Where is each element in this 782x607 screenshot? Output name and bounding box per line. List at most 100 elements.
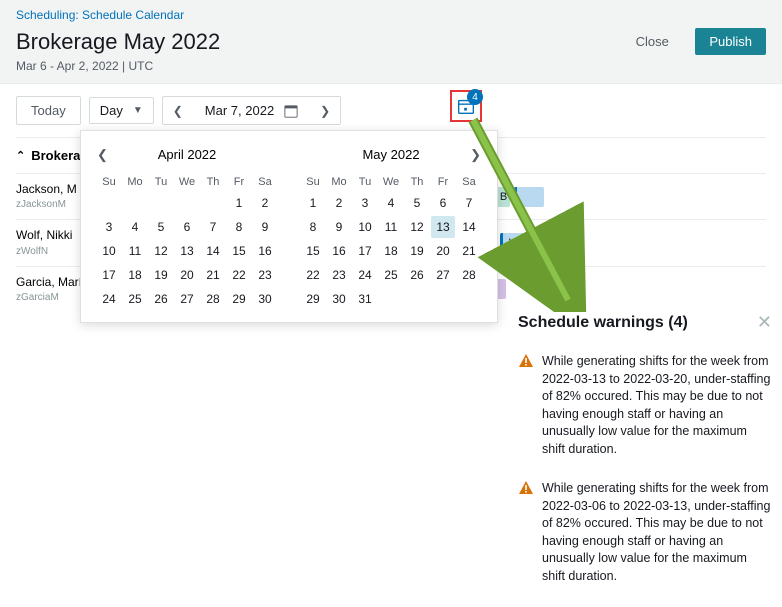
calendar-day[interactable]: 18 <box>379 240 403 262</box>
calendar-day[interactable]: 29 <box>301 288 325 310</box>
calendar-day[interactable]: 1 <box>227 192 251 214</box>
calendar-day[interactable]: 3 <box>97 216 121 238</box>
calendar-day[interactable]: 22 <box>227 264 251 286</box>
calendar-day[interactable]: 16 <box>253 240 277 262</box>
calendar-icon <box>284 104 298 118</box>
warnings-badge: 4 <box>467 89 483 105</box>
calendar-day[interactable]: 17 <box>353 240 377 262</box>
prev-day-button[interactable]: ❮ <box>163 98 193 124</box>
month-label: May 2022 <box>362 147 419 162</box>
day-of-week-header: Tu <box>149 174 173 190</box>
calendar-day[interactable]: 21 <box>457 240 481 262</box>
calendar-day[interactable]: 6 <box>175 216 199 238</box>
day-of-week-header: We <box>175 174 199 190</box>
calendar-day[interactable]: 9 <box>253 216 277 238</box>
calendar-day[interactable]: 6 <box>431 192 455 214</box>
warnings-indicator-highlight: 4 <box>450 90 482 122</box>
calendar-day[interactable]: 4 <box>123 216 147 238</box>
calendar-day[interactable]: 12 <box>149 240 173 262</box>
calendar-day[interactable]: 25 <box>379 264 403 286</box>
view-select[interactable]: Day ▼ <box>89 97 154 124</box>
calendar-day[interactable]: 20 <box>175 264 199 286</box>
calendar-day[interactable]: 5 <box>405 192 429 214</box>
today-button[interactable]: Today <box>16 96 81 125</box>
day-of-week-header: We <box>379 174 403 190</box>
calendar-day[interactable]: 25 <box>123 288 147 310</box>
calendar-day[interactable]: 30 <box>327 288 351 310</box>
page-header: Scheduling: Schedule Calendar Brokerage … <box>0 0 782 84</box>
calendar-day[interactable]: 24 <box>97 288 121 310</box>
calendar-day[interactable]: 20 <box>431 240 455 262</box>
shift-block[interactable] <box>514 187 544 207</box>
close-warnings-button[interactable]: ✕ <box>757 312 772 333</box>
calendar-day[interactable]: 26 <box>405 264 429 286</box>
day-of-week-header: Fr <box>227 174 251 190</box>
warnings-title: Schedule warnings (4) <box>518 314 688 332</box>
breadcrumb[interactable]: Scheduling: Schedule Calendar <box>16 8 766 22</box>
calendar-day[interactable]: 1 <box>301 192 325 214</box>
calendar-day[interactable]: 19 <box>405 240 429 262</box>
calendar-day[interactable]: 27 <box>431 264 455 286</box>
calendar-day[interactable]: 2 <box>327 192 351 214</box>
calendar-day[interactable]: 22 <box>301 264 325 286</box>
calendar-day[interactable]: 4 <box>379 192 403 214</box>
chevron-down-icon: ▼ <box>133 105 143 116</box>
calendar-day[interactable]: 15 <box>227 240 251 262</box>
calendar-day[interactable]: 24 <box>353 264 377 286</box>
calendar-day[interactable]: 29 <box>227 288 251 310</box>
calendar-day[interactable]: 7 <box>457 192 481 214</box>
calendar-day[interactable]: 13 <box>431 216 455 238</box>
prev-month-button[interactable]: ❮ <box>97 147 108 163</box>
day-of-week-header: Su <box>301 174 325 190</box>
calendar-day[interactable]: 11 <box>379 216 403 238</box>
calendar-day[interactable]: 2 <box>253 192 277 214</box>
month-block-2: May 2022 ❯ SuMoTuWeThFrSa123456789101112… <box>301 143 481 310</box>
calendar-day[interactable]: 28 <box>457 264 481 286</box>
calendar-day[interactable]: 27 <box>175 288 199 310</box>
warnings-indicator[interactable]: 4 <box>455 95 477 117</box>
calendar-day[interactable]: 12 <box>405 216 429 238</box>
page-title: Brokerage May 2022 <box>16 29 220 55</box>
calendar-day[interactable]: 8 <box>301 216 325 238</box>
calendar-day[interactable]: 15 <box>301 240 325 262</box>
calendar-day[interactable]: 13 <box>175 240 199 262</box>
day-of-week-header: Sa <box>457 174 481 190</box>
calendar-day[interactable]: 9 <box>327 216 351 238</box>
calendar-day[interactable]: 19 <box>149 264 173 286</box>
calendar-day[interactable]: 31 <box>353 288 377 310</box>
calendar-day[interactable]: 18 <box>123 264 147 286</box>
calendar-day[interactable]: 11 <box>123 240 147 262</box>
current-date-display[interactable]: Mar 7, 2022 <box>193 97 310 124</box>
collapse-caret-icon: ⌃ <box>16 149 25 162</box>
calendar-day[interactable]: 26 <box>149 288 173 310</box>
calendar-day[interactable]: 10 <box>97 240 121 262</box>
day-of-week-header: Fr <box>431 174 455 190</box>
calendar-day[interactable]: 14 <box>457 216 481 238</box>
view-select-label: Day <box>100 103 123 118</box>
calendar-day[interactable]: 7 <box>201 216 225 238</box>
calendar-day[interactable]: 28 <box>201 288 225 310</box>
calendar-day[interactable]: 23 <box>253 264 277 286</box>
calendar-grid-1: SuMoTuWeThFrSa12345678910111213141516171… <box>97 174 277 310</box>
day-of-week-header: Th <box>405 174 429 190</box>
warning-item: While generating shifts for the week fro… <box>518 353 772 458</box>
calendar-day[interactable]: 10 <box>353 216 377 238</box>
calendar-day[interactable]: 21 <box>201 264 225 286</box>
current-date-text: Mar 7, 2022 <box>205 103 274 118</box>
calendar-day[interactable]: 16 <box>327 240 351 262</box>
close-button[interactable]: Close <box>622 28 683 55</box>
next-day-button[interactable]: ❯ <box>310 98 340 124</box>
shift-block[interactable]: Work <box>500 233 550 253</box>
calendar-day[interactable]: 17 <box>97 264 121 286</box>
publish-button[interactable]: Publish <box>695 28 766 55</box>
calendar-day[interactable]: 3 <box>353 192 377 214</box>
calendar-day[interactable]: 8 <box>227 216 251 238</box>
calendar-day[interactable]: 5 <box>149 216 173 238</box>
calendar-day[interactable]: 23 <box>327 264 351 286</box>
warning-triangle-icon <box>518 353 534 369</box>
warning-item: While generating shifts for the week fro… <box>518 480 772 585</box>
calendar-day[interactable]: 30 <box>253 288 277 310</box>
calendar-day[interactable]: 14 <box>201 240 225 262</box>
next-month-button[interactable]: ❯ <box>470 147 481 163</box>
day-of-week-header: Mo <box>123 174 147 190</box>
